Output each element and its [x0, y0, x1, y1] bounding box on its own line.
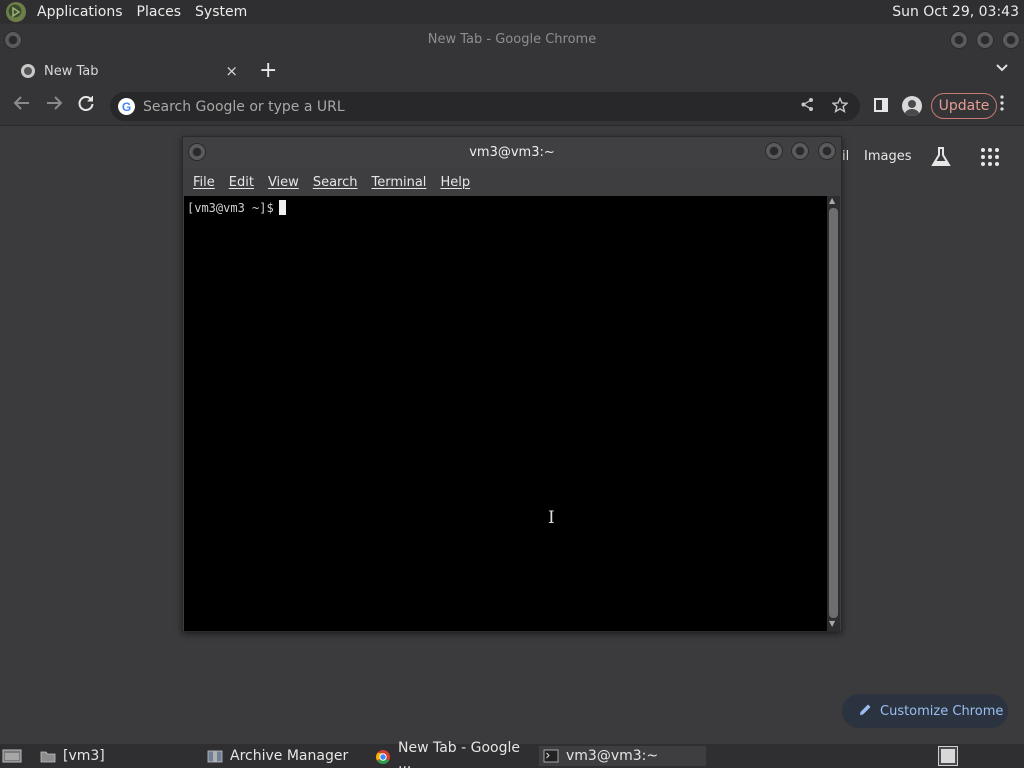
taskbar-item-vm3[interactable]: [vm3] — [36, 746, 196, 766]
show-desktop-icon[interactable] — [2, 748, 22, 768]
side-panel-icon[interactable] — [874, 98, 888, 112]
menu-view[interactable]: View — [268, 175, 299, 190]
bookmark-star-icon[interactable] — [831, 96, 849, 117]
distro-logo-icon[interactable] — [6, 2, 26, 22]
workspace-switcher[interactable] — [938, 746, 958, 766]
taskbar-item-chrome[interactable]: New Tab - Google ... — [371, 740, 533, 768]
terminal-close-button[interactable] — [818, 142, 836, 160]
chrome-maximize-button[interactable] — [976, 31, 994, 49]
system-menu[interactable]: System — [188, 0, 254, 24]
reload-icon[interactable] — [77, 94, 95, 118]
bottom-panel: [vm3] Archive Manager New Tab - Google .… — [0, 740, 1024, 768]
google-apps-grid-icon[interactable] — [981, 148, 999, 166]
scroll-up-arrow-icon[interactable]: ▲ — [829, 196, 835, 205]
menu-terminal[interactable]: Terminal — [371, 175, 426, 190]
terminal-titlebar[interactable]: vm3@vm3:~ — [183, 137, 841, 168]
omnibox[interactable]: G Search Google or type a URL — [110, 92, 860, 121]
profile-avatar-icon[interactable] — [902, 96, 922, 116]
top-panel: Applications Places System Sun Oct 29, 0… — [0, 0, 1024, 24]
taskbar-label: Archive Manager — [230, 748, 349, 764]
terminal-menubar: File Edit View Search Terminal Help — [183, 168, 841, 196]
terminal-window: vm3@vm3:~ File Edit View Search Terminal… — [182, 136, 842, 632]
terminal-maximize-button[interactable] — [791, 142, 809, 160]
text-cursor — [278, 200, 286, 215]
taskbar-item-terminal[interactable]: vm3@vm3:~ — [539, 746, 706, 766]
omnibox-placeholder: Search Google or type a URL — [143, 98, 345, 115]
taskbar-item-archive-manager[interactable]: Archive Manager — [203, 746, 363, 766]
menu-file[interactable]: File — [193, 175, 215, 190]
terminal-scrollbar[interactable]: ▲ ▼ — [827, 196, 840, 631]
taskbar-label: New Tab - Google ... — [398, 740, 521, 768]
chrome-toolbar: G Search Google or type a URL — [0, 86, 1024, 126]
clock[interactable]: Sun Oct 29, 03:43 — [892, 0, 1019, 24]
tab-close-icon[interactable]: × — [225, 62, 238, 80]
applications-menu[interactable]: Applications — [30, 0, 130, 24]
chrome-tabbar: New Tab × + — [0, 56, 1024, 86]
chrome-window-title: New Tab - Google Chrome — [427, 32, 597, 47]
places-menu[interactable]: Places — [130, 0, 189, 24]
new-tab-button[interactable]: + — [259, 59, 277, 83]
chrome-menu-kebab-icon[interactable] — [1000, 95, 1004, 117]
tab-search-chevron-icon[interactable] — [996, 60, 1008, 76]
share-icon[interactable] — [800, 97, 815, 116]
images-link[interactable]: Images — [864, 149, 912, 164]
labs-flask-icon[interactable] — [930, 146, 952, 168]
gmail-link[interactable]: il — [842, 149, 849, 164]
scrollbar-thumb[interactable] — [829, 208, 838, 618]
folder-icon — [40, 749, 56, 763]
chrome-favicon-icon — [21, 64, 35, 78]
customize-chrome-button[interactable]: Customize Chrome — [842, 694, 1008, 728]
shell-prompt: [vm3@vm3 ~]$ — [187, 200, 286, 215]
chrome-close-button[interactable] — [1002, 31, 1020, 49]
scroll-down-arrow-icon[interactable]: ▼ — [829, 619, 835, 628]
update-button[interactable]: Update — [931, 93, 997, 119]
archive-icon — [207, 749, 223, 763]
tab-new-tab[interactable]: New Tab × — [8, 56, 248, 86]
terminal-minimize-button[interactable] — [765, 142, 783, 160]
chrome-window-menu-button[interactable] — [4, 31, 22, 49]
customize-chrome-label: Customize Chrome — [880, 703, 1004, 719]
terminal-icon — [543, 749, 559, 763]
tab-title: New Tab — [44, 63, 99, 79]
taskbar-label: vm3@vm3:~ — [566, 748, 659, 764]
menu-help[interactable]: Help — [440, 175, 470, 190]
prompt-text: [vm3@vm3 ~]$ — [187, 201, 274, 215]
google-g-icon: G — [118, 98, 135, 115]
forward-arrow-icon[interactable] — [45, 94, 63, 118]
chrome-icon — [375, 749, 391, 764]
back-arrow-icon[interactable] — [13, 94, 31, 118]
taskbar-label: [vm3] — [63, 748, 105, 764]
terminal-title: vm3@vm3:~ — [469, 145, 555, 160]
terminal-window-menu-button[interactable] — [188, 143, 206, 161]
menu-search[interactable]: Search — [313, 175, 358, 190]
terminal-output[interactable]: [vm3@vm3 ~]$ — [184, 196, 827, 631]
chrome-minimize-button[interactable] — [950, 31, 968, 49]
pencil-icon — [859, 703, 872, 720]
chrome-titlebar[interactable]: New Tab - Google Chrome — [0, 24, 1024, 56]
menu-edit[interactable]: Edit — [229, 175, 254, 190]
ibeam-cursor-icon: I — [548, 508, 555, 528]
